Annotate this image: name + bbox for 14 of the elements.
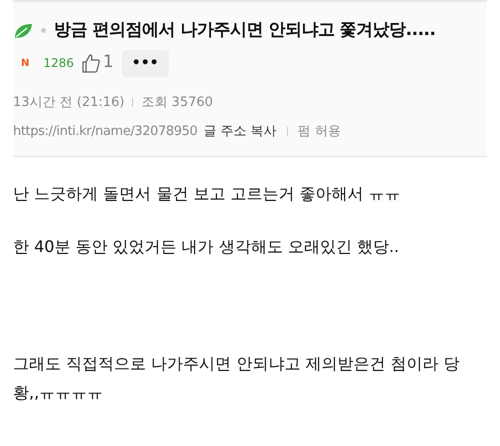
like-button[interactable]: 1 xyxy=(82,50,114,76)
view-total: 조회 35760 xyxy=(141,94,213,112)
post-title: 방금 편의점에서 나가주시면 안되냐고 쫓겨났당..... xyxy=(54,19,436,42)
more-button[interactable]: ••• xyxy=(122,50,169,76)
post-url: https://inti.kr/name/32078950 xyxy=(13,123,198,141)
copy-link-button[interactable]: 글 주소 복사 xyxy=(203,122,277,142)
source-label: N xyxy=(21,56,30,70)
share-permission: 펌 허용 xyxy=(298,123,341,141)
body-paragraph: 그래도 직접적으로 나가주시면 안되냐고 제의받은건 첨이라 당황,,ㅠㅠㅠㅠ xyxy=(13,352,460,404)
thumbs-up-icon xyxy=(82,53,100,73)
view-count: 1286 xyxy=(43,55,74,72)
body-paragraph: 한 40분 동안 있었거든 내가 생각해도 오래있긴 했당.. xyxy=(13,236,400,258)
post-time: 13시간 전 (21:16) xyxy=(13,94,124,112)
body-paragraph: 난 느긋하게 돌면서 물건 보고 고르는거 좋아해서 ㅠㅠ xyxy=(13,182,402,204)
